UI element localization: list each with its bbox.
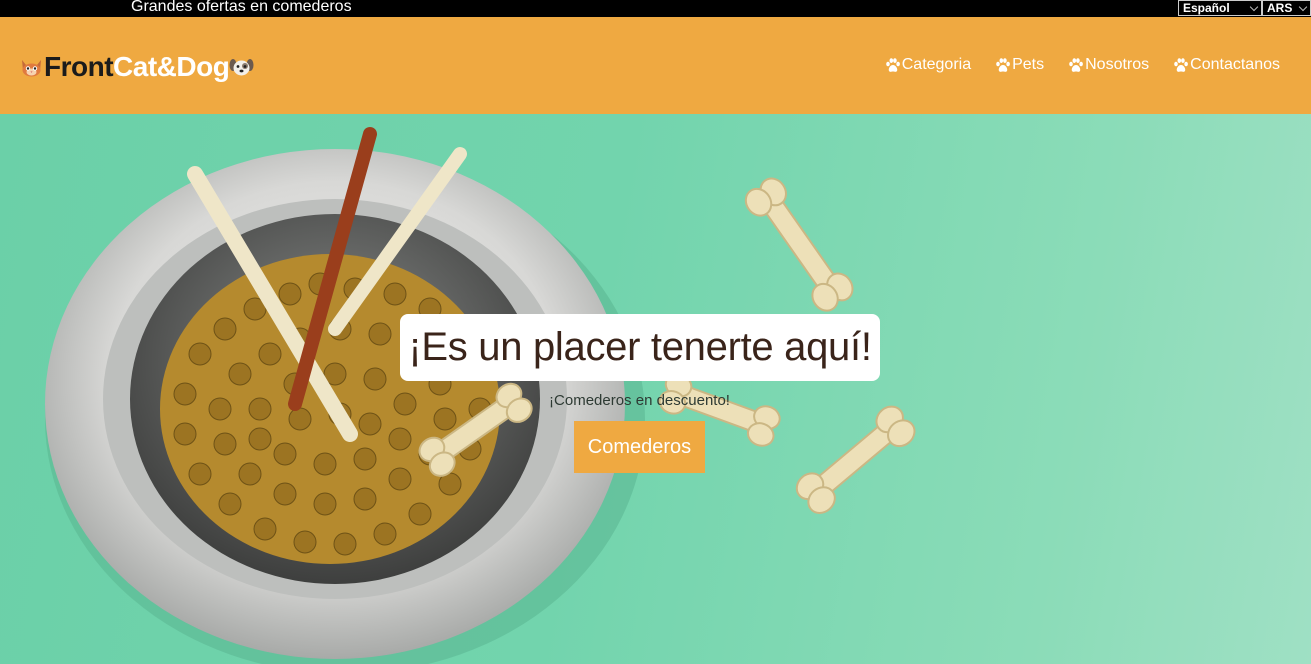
- comederos-button[interactable]: Comederos: [574, 421, 705, 473]
- brand-name-part2: Cat&Dog: [113, 51, 230, 82]
- nav-item-label: Nosotros: [1085, 56, 1150, 73]
- currency-select-value: ARS: [1267, 1, 1293, 15]
- hero-image: [45, 127, 916, 664]
- currency-select[interactable]: ARS: [1262, 0, 1311, 16]
- nav-item-categoria[interactable]: Categoria: [885, 55, 971, 75]
- announcement-bar: Grandes ofertas en comederos Español ARS: [0, 0, 1311, 17]
- hero-title-box: ¡Es un placer tenerte aquí!: [400, 314, 880, 381]
- nav-item-label: Contactanos: [1190, 56, 1280, 73]
- main-nav: Categoria Pets Nosotros Contactanos: [885, 55, 1280, 75]
- nav-item-label: Categoria: [901, 56, 972, 73]
- hero-title: ¡Es un placer tenerte aquí!: [408, 325, 872, 369]
- language-select-value: Español: [1183, 1, 1230, 15]
- hero-banner: ¡Es un placer tenerte aquí! ¡Comederos e…: [0, 114, 1311, 664]
- nav-item-contactanos[interactable]: Contactanos: [1173, 55, 1280, 75]
- nav-item-label: Pets: [1012, 56, 1045, 73]
- chevron-down-icon: [1249, 2, 1259, 12]
- paw-icon: [996, 57, 1011, 72]
- chevron-down-icon: [1298, 2, 1308, 12]
- hero-subtitle: ¡Comederos en descuento!: [549, 392, 730, 409]
- nav-item-nosotros[interactable]: Nosotros: [1068, 55, 1149, 75]
- paw-icon: [1069, 57, 1084, 72]
- brand-logo[interactable]: Front Cat&Dog: [19, 51, 254, 83]
- announcement-text: Grandes ofertas en comederos: [131, 0, 352, 15]
- language-select[interactable]: Español: [1178, 0, 1262, 16]
- site-header: Front Cat&Dog Categoria Pets Nosotros Co…: [0, 17, 1311, 114]
- nav-item-pets[interactable]: Pets: [995, 55, 1044, 75]
- dog-face-icon: [229, 59, 254, 76]
- cat-face-icon: [22, 60, 41, 77]
- paw-icon: [885, 57, 900, 72]
- paw-icon: [1174, 57, 1189, 72]
- brand-name-part1: Front: [44, 51, 114, 82]
